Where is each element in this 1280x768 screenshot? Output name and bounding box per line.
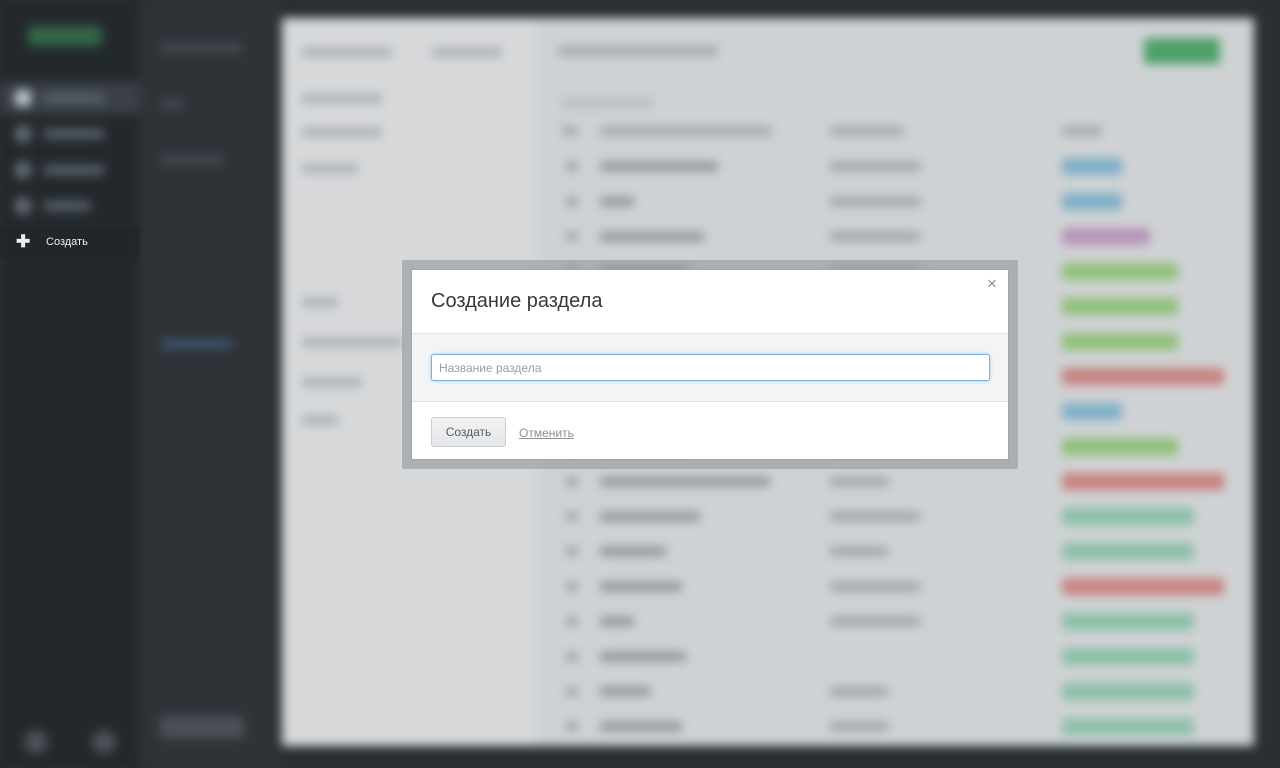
cancel-link[interactable]: Отменить xyxy=(519,426,574,440)
modal-header: Создание раздела × xyxy=(412,270,1008,334)
modal-title: Создание раздела xyxy=(431,290,603,312)
create-button[interactable]: Создать xyxy=(431,417,506,447)
create-section-dialog: Создание раздела × Создать Отменить xyxy=(411,269,1009,460)
section-name-input[interactable] xyxy=(431,354,990,381)
modal-footer: Создать Отменить xyxy=(412,402,1008,459)
modal-body xyxy=(412,334,1008,402)
close-icon[interactable]: × xyxy=(985,275,999,292)
